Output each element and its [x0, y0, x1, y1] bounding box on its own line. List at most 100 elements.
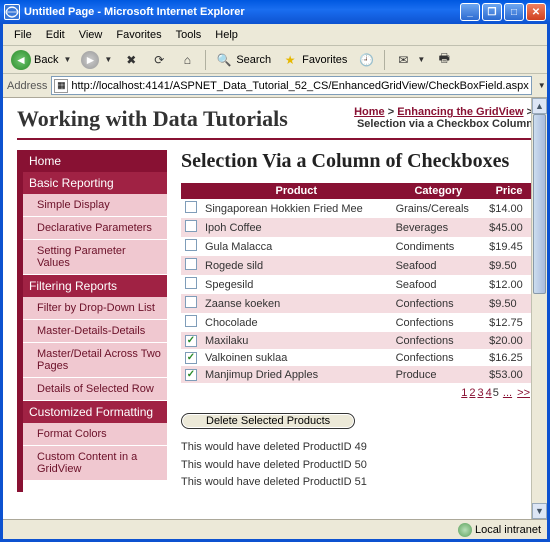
row-checkbox[interactable]: [185, 315, 197, 327]
address-bar: Address ▦ http://localhost:4141/ASPNET_D…: [3, 74, 547, 98]
restore-button[interactable]: ❐: [482, 3, 502, 21]
address-dropdown-icon[interactable]: ▼: [538, 81, 546, 90]
row-checkbox[interactable]: [185, 258, 197, 270]
cell-price: $9.50: [485, 256, 533, 275]
cell-category: Confections: [392, 332, 486, 349]
cell-category: Condiments: [392, 237, 486, 256]
row-checkbox[interactable]: [185, 352, 197, 364]
menu-view[interactable]: View: [72, 29, 110, 41]
sidebar-item[interactable]: Setting Parameter Values: [23, 240, 167, 275]
back-icon: ◄: [11, 50, 31, 70]
row-checkbox[interactable]: [185, 277, 197, 289]
pager-4[interactable]: 4: [485, 387, 493, 399]
cell-product: Zaanse koeken: [201, 294, 392, 313]
refresh-button[interactable]: ⟳: [146, 49, 172, 71]
sidebar-item[interactable]: Declarative Parameters: [23, 217, 167, 240]
col-product[interactable]: Product: [201, 183, 392, 199]
result-messages: This would have deleted ProductID 49This…: [181, 439, 533, 492]
forward-dropdown-icon[interactable]: ▼: [104, 55, 112, 64]
close-button[interactable]: ✕: [526, 3, 546, 21]
forward-button[interactable]: ► ▼: [77, 49, 116, 71]
stop-button[interactable]: ✖: [118, 49, 144, 71]
menu-file[interactable]: File: [7, 29, 39, 41]
scroll-thumb[interactable]: [533, 114, 546, 294]
stop-icon: ✖: [122, 51, 140, 69]
col-category[interactable]: Category: [392, 183, 486, 199]
zone-icon: [458, 523, 472, 537]
row-checkbox[interactable]: [185, 296, 197, 308]
toolbar-separator-2: [384, 50, 385, 70]
address-input[interactable]: ▦ http://localhost:4141/ASPNET_Data_Tuto…: [51, 76, 531, 95]
sidebar-section[interactable]: Customized Formatting: [23, 401, 167, 423]
menu-help[interactable]: Help: [208, 29, 245, 41]
sidebar-item[interactable]: Master-Details-Details: [23, 320, 167, 343]
row-checkbox[interactable]: [185, 239, 197, 251]
cell-product: Manjimup Dried Apples: [201, 366, 392, 383]
table-row: MaxilakuConfections$20.00: [181, 332, 533, 349]
minimize-button[interactable]: _: [460, 3, 480, 21]
menu-favorites[interactable]: Favorites: [109, 29, 168, 41]
crumb-enhancing[interactable]: Enhancing the GridView: [397, 106, 523, 118]
cell-category: Produce: [392, 366, 486, 383]
cell-category: Confections: [392, 294, 486, 313]
cell-category: Confections: [392, 313, 486, 332]
sidebar-item[interactable]: Custom Content in a GridView: [23, 446, 167, 481]
delete-button[interactable]: Delete Selected Products: [181, 413, 355, 429]
menu-edit[interactable]: Edit: [39, 29, 72, 41]
pager-next[interactable]: >>: [516, 387, 531, 399]
sidebar-item[interactable]: Master/Detail Across Two Pages: [23, 343, 167, 378]
cell-price: $53.00: [485, 366, 533, 383]
cell-price: $14.00: [485, 199, 533, 218]
cell-category: Beverages: [392, 218, 486, 237]
main-content: Selection Via a Column of Checkboxes Pro…: [181, 150, 533, 492]
row-checkbox[interactable]: [185, 369, 197, 381]
favorites-button[interactable]: ★ Favorites: [277, 49, 351, 71]
cell-category: Grains/Cereals: [392, 199, 486, 218]
col-checkbox: [181, 183, 201, 199]
sidebar-home[interactable]: Home: [23, 150, 167, 172]
crumb-home[interactable]: Home: [354, 106, 385, 118]
sidebar-item[interactable]: Simple Display: [23, 194, 167, 217]
scroll-down-icon[interactable]: ▼: [532, 503, 547, 519]
result-message: This would have deleted ProductID 50: [181, 457, 533, 475]
scroll-up-icon[interactable]: ▲: [532, 98, 547, 114]
back-dropdown-icon[interactable]: ▼: [63, 55, 71, 64]
sidebar-section[interactable]: Basic Reporting: [23, 172, 167, 194]
address-url: http://localhost:4141/ASPNET_Data_Tutori…: [71, 80, 528, 92]
window-buttons: _ ❐ □ ✕: [460, 3, 546, 21]
pager-current: 5: [493, 387, 499, 399]
pager-3[interactable]: 3: [476, 387, 484, 399]
cell-product: Singaporean Hokkien Fried Mee: [201, 199, 392, 218]
back-button[interactable]: ◄ Back ▼: [7, 48, 75, 72]
sidebar-section[interactable]: Filtering Reports: [23, 275, 167, 297]
result-message: This would have deleted ProductID 51: [181, 474, 533, 492]
col-price[interactable]: Price: [485, 183, 533, 199]
mail-button[interactable]: ✉▼: [390, 49, 429, 71]
history-button[interactable]: 🕘: [353, 49, 379, 71]
maximize-button[interactable]: □: [504, 3, 524, 21]
pager-dots[interactable]: ...: [502, 387, 513, 399]
refresh-icon: ⟳: [150, 51, 168, 69]
window-title: Untitled Page - Microsoft Internet Explo…: [24, 6, 460, 18]
sidebar-item[interactable]: Details of Selected Row: [23, 378, 167, 401]
cell-product: Chocolade: [201, 313, 392, 332]
mail-icon: ✉: [394, 51, 412, 69]
sidebar: Home Basic ReportingSimple DisplayDeclar…: [17, 150, 167, 492]
cell-price: $45.00: [485, 218, 533, 237]
vertical-scrollbar[interactable]: ▲ ▼: [531, 98, 547, 519]
cell-price: $9.50: [485, 294, 533, 313]
row-checkbox[interactable]: [185, 220, 197, 232]
row-checkbox[interactable]: [185, 201, 197, 213]
cell-product: Rogede sild: [201, 256, 392, 275]
cell-price: $12.00: [485, 275, 533, 294]
home-button[interactable]: ⌂: [174, 49, 200, 71]
crumb-current: Selection via a Checkbox Column: [357, 118, 533, 130]
row-checkbox[interactable]: [185, 335, 197, 347]
print-button[interactable]: 🖶: [431, 49, 457, 71]
favorites-label: Favorites: [302, 54, 347, 66]
sidebar-item[interactable]: Filter by Drop-Down List: [23, 297, 167, 320]
address-label: Address: [7, 80, 47, 92]
menu-tools[interactable]: Tools: [169, 29, 209, 41]
search-button[interactable]: 🔍 Search: [211, 49, 275, 71]
sidebar-item[interactable]: Format Colors: [23, 423, 167, 446]
